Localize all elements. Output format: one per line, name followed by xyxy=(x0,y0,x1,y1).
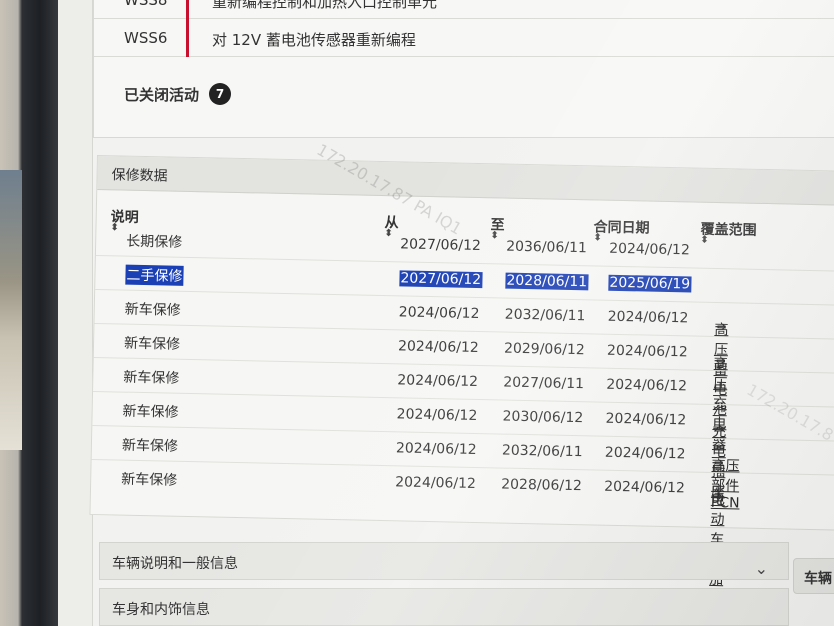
section-title: 车辆说明和一般信息 xyxy=(112,556,238,572)
content-frame: WSS8 重新编程控制和加热入口控制单元 WSS6 对 12V 蓄电池传感器重新… xyxy=(89,0,834,626)
status-bar xyxy=(186,0,189,19)
cell-from: 2024/06/12 xyxy=(396,406,478,425)
cell-contract-date: 2024/06/12 xyxy=(605,410,687,429)
cell-description: 新车保修 xyxy=(124,301,181,319)
cell-contract-date: 2024/06/12 xyxy=(604,444,686,463)
cell-from: 2024/06/12 xyxy=(395,440,477,459)
screen: WSS8 重新编程控制和加热入口控制单元 WSS6 对 12V 蓄电池传感器重新… xyxy=(58,0,834,626)
cell-to: 2027/06/11 xyxy=(503,374,585,393)
cell-description: 新车保修 xyxy=(123,369,180,387)
cell-from: 2024/06/12 xyxy=(397,338,479,357)
cell-to: 2028/06/12 xyxy=(501,476,583,495)
campaign-panel: WSS8 重新编程控制和加热入口控制单元 WSS6 对 12V 蓄电池传感器重新… xyxy=(93,0,834,138)
cell-contract-date: 2025/06/19 xyxy=(608,274,692,293)
cell-to: 2030/06/12 xyxy=(502,408,584,427)
background-photo xyxy=(0,170,22,450)
campaign-description: 对 12V 蓄电池传感器重新编程 xyxy=(212,31,416,49)
cell-contract-date: 2024/06/12 xyxy=(607,308,689,327)
cell-description: 新车保修 xyxy=(121,437,179,455)
cell-to: 2032/06/11 xyxy=(504,306,586,325)
cell-contract-date: 2024/06/12 xyxy=(606,342,688,361)
cell-description: 长期保修 xyxy=(126,233,183,251)
cell-from: 2027/06/12 xyxy=(400,236,482,255)
cell-contract-date: 2024/06/12 xyxy=(603,478,686,497)
cell-description: 新车保修 xyxy=(121,471,178,489)
campaign-code: WSS8 xyxy=(124,0,168,9)
chevron-down-icon[interactable]: ⌄ xyxy=(755,559,768,578)
section-title: 车身和内饰信息 xyxy=(112,602,210,618)
status-bar xyxy=(186,19,189,57)
closed-campaigns-toggle[interactable]: 已关闭活动 7 xyxy=(124,83,232,105)
cell-to: 2036/06/11 xyxy=(506,238,588,257)
monitor-bezel xyxy=(0,0,58,626)
cell-from: 2027/06/12 xyxy=(399,270,483,289)
cell-description: 二手保修 xyxy=(125,264,184,286)
body-interior-section[interactable]: 车身和内饰信息 xyxy=(99,588,789,626)
cell-contract-date: 2024/06/12 xyxy=(608,240,691,259)
closed-campaigns-label: 已关闭活动 xyxy=(124,85,200,104)
campaign-description: 重新编程控制和加热入口控制单元 xyxy=(212,0,438,11)
cell-to: 2029/06/12 xyxy=(503,340,585,359)
cell-description: 新车保修 xyxy=(122,403,179,421)
campaign-row[interactable]: WSS8 重新编程控制和加热入口控制单元 xyxy=(94,0,834,19)
cell-to: 2032/06/11 xyxy=(501,442,583,461)
vehicle-side-button[interactable]: 车辆 xyxy=(793,558,834,594)
cell-contract-date: 2024/06/12 xyxy=(606,376,688,395)
cell-from: 2024/06/12 xyxy=(397,372,479,391)
closed-count-badge: 7 xyxy=(209,83,232,105)
vehicle-info-section[interactable]: 车辆说明和一般信息 ⌄ xyxy=(99,542,789,580)
warranty-panel: 保修数据 ⬍ 说明 ⬍ 从 ⬍ 至 ⬍ 合同日期 ⬍ 覆盖范围 长期保修 2027/06/… xyxy=(89,155,834,626)
cell-from: 2024/06/12 xyxy=(398,304,480,323)
campaign-code: WSS6 xyxy=(124,29,168,47)
cell-description: 新车保修 xyxy=(123,335,181,353)
cell-from: 2024/06/12 xyxy=(395,474,477,493)
cell-to: 2028/06/11 xyxy=(505,272,589,291)
campaign-row[interactable]: WSS6 对 12V 蓄电池传感器重新编程 xyxy=(94,19,834,57)
